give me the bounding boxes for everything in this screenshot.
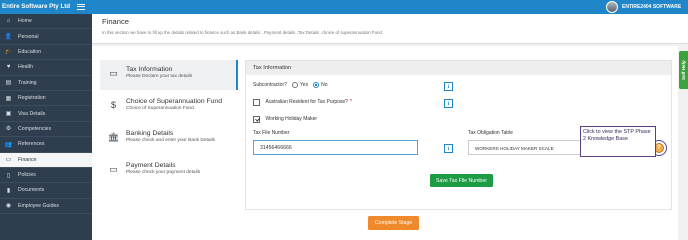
- money-icon: ▭: [5, 157, 12, 164]
- obligation-label: Tax Obligation Table: [468, 130, 513, 136]
- sidebar-item-label: Registration: [18, 95, 46, 102]
- stage-steps: ▭ Tax Information Please Declare your tax …: [100, 60, 238, 188]
- whm-label: Working Holiday Maker: [265, 116, 318, 123]
- step-title: Tax Information: [126, 66, 173, 73]
- sidebar-item-health[interactable]: ♥ Health: [0, 60, 92, 76]
- sidebar-item-competencies[interactable]: ⚙ Competencies: [0, 122, 92, 138]
- stage-step-tax-information[interactable]: ▭ Tax Information Please Declare your tax …: [100, 60, 238, 90]
- sidebar-item-personal[interactable]: 👤 Personal: [0, 29, 92, 45]
- step-description: Please Declare your tax details: [126, 74, 193, 79]
- subcontractor-no-label[interactable]: No: [321, 82, 327, 88]
- step-title: Banking Details: [126, 130, 174, 137]
- sidebar-item-training[interactable]: ▤ Training: [0, 76, 92, 91]
- stage-step-banking-details[interactable]: 🏛 Banking Details Please check and enter y…: [100, 124, 238, 154]
- sidebar-item-label: Visa Details: [18, 110, 46, 117]
- graduation-cap-icon: 🎓: [4, 49, 13, 56]
- sidebar-item-label: Home: [18, 18, 32, 25]
- whm-row: Working Holiday Maker: [253, 116, 317, 123]
- sidebar-item-registration[interactable]: ▦ Registration: [0, 91, 92, 107]
- user-icon: 👤: [4, 34, 13, 41]
- subcontractor-no-radio[interactable]: [313, 82, 320, 88]
- sidebar-item-label: References: [18, 141, 45, 148]
- subcontractor-yes-label[interactable]: Yes: [300, 82, 308, 88]
- sidebar-item-label: Competencies: [18, 125, 52, 132]
- sidebar-item-label: Employee Guides: [18, 202, 59, 209]
- subcontractor-label: Subcontractor?: [253, 82, 287, 88]
- sidebar: ⌂ Home 👤 Personal 🎓 Education ♥ Health ▤ Training…: [0, 14, 92, 240]
- passport-icon: ▣: [5, 111, 12, 118]
- folder-icon: ▮: [6, 187, 11, 194]
- tfn-label: Tax File Number: [253, 130, 290, 136]
- dollar-icon: $: [110, 100, 116, 110]
- sidebar-item-finance[interactable]: ▭ Finance: [0, 152, 92, 168]
- globe-icon: ◉: [5, 203, 12, 210]
- sidebar-item-label: Finance: [18, 156, 37, 163]
- company-name: Entire Software Pty Ltd: [2, 3, 71, 10]
- complete-stage-button[interactable]: Complete Stage: [368, 216, 420, 230]
- step-title: Payment Details: [126, 162, 176, 169]
- info-icon[interactable]: i: [444, 82, 453, 91]
- document-icon: ▯: [6, 172, 11, 179]
- avatar[interactable]: [606, 1, 618, 13]
- form-heading: Tax Information: [246, 61, 671, 75]
- info-icon[interactable]: i: [444, 99, 453, 108]
- sidebar-item-label: Training: [18, 79, 37, 86]
- step-description: Please check your payment details: [126, 170, 201, 175]
- sidebar-item-policies[interactable]: ▯ Policies: [0, 168, 92, 184]
- sidebar-item-label: Health: [18, 64, 33, 71]
- resident-label: Australian Resident for Tax Purpose?: [265, 99, 348, 106]
- page-header: Finance In this section we have to fill …: [92, 14, 688, 44]
- self-help-tab[interactable]: Self Help: [679, 51, 688, 89]
- resident-checkbox[interactable]: [253, 99, 260, 106]
- sidebar-item-label: Personal: [18, 33, 39, 40]
- step-description: Please check and enter your Bank Details: [126, 138, 216, 143]
- stp-knowledge-base-callout: Click to view the STP Phase 2 Knowledge …: [580, 126, 656, 157]
- subcontractor-row: Subcontractor? Yes No: [253, 82, 328, 88]
- sidebar-item-employee-guides[interactable]: ◉ Employee Guides: [0, 199, 92, 215]
- book-icon: ▤: [5, 80, 12, 87]
- stage-step-payment-details[interactable]: ▭ Payment Details Please check your paymen…: [100, 156, 238, 186]
- sidebar-item-education[interactable]: 🎓 Education: [0, 45, 92, 61]
- user-name[interactable]: ENTIRE2404 SOFTWARE: [622, 4, 681, 10]
- gear-icon: ⚙: [5, 126, 12, 133]
- page-subtitle: In this section we have to fill up the d…: [102, 30, 382, 35]
- sidebar-item-label: Documents: [18, 187, 45, 194]
- whm-checkbox[interactable]: [253, 116, 260, 123]
- stage-step-choice-of-superannuation-fund[interactable]: $ Choice of Superannuation Fund Choice of …: [100, 92, 238, 122]
- save-tax-file-number-button[interactable]: Save Tax File Number: [430, 174, 493, 187]
- obligation-selected-value: WORKERS HOLIDAY MAKER SCALE: [475, 145, 554, 151]
- tfn-input[interactable]: 31456466666: [253, 140, 418, 155]
- credit-card-icon: ▭: [109, 163, 118, 174]
- sidebar-item-home[interactable]: ⌂ Home: [0, 14, 92, 30]
- sidebar-item-label: Policies: [18, 172, 36, 179]
- step-description: Choice of Superannuation Fund: [126, 106, 194, 111]
- menu-toggle-icon[interactable]: [76, 2, 86, 12]
- sidebar-item-visa-details[interactable]: ▣ Visa Details: [0, 106, 92, 122]
- resident-row: Australian Resident for Tax Purpose? *: [253, 99, 352, 106]
- home-icon: ⌂: [6, 18, 11, 25]
- clipboard-icon: ▦: [5, 95, 12, 102]
- step-title: Choice of Superannuation Fund: [126, 98, 222, 105]
- heart-icon: ♥: [6, 64, 11, 71]
- page-title: Finance: [102, 17, 130, 26]
- subcontractor-yes-radio[interactable]: [291, 82, 298, 88]
- people-icon: 👥: [4, 141, 13, 148]
- money-icon: ▭: [109, 67, 118, 78]
- sidebar-item-references[interactable]: 👥 References: [0, 137, 92, 153]
- required-marker: *: [349, 99, 352, 106]
- top-bar: Entire Software Pty Ltd ENTIRE2404 SOFTW…: [0, 0, 688, 14]
- sidebar-item-label: Education: [18, 48, 42, 55]
- sidebar-item-documents[interactable]: ▮ Documents: [0, 183, 92, 199]
- info-icon[interactable]: i: [444, 144, 453, 153]
- bank-icon: 🏛: [107, 131, 120, 142]
